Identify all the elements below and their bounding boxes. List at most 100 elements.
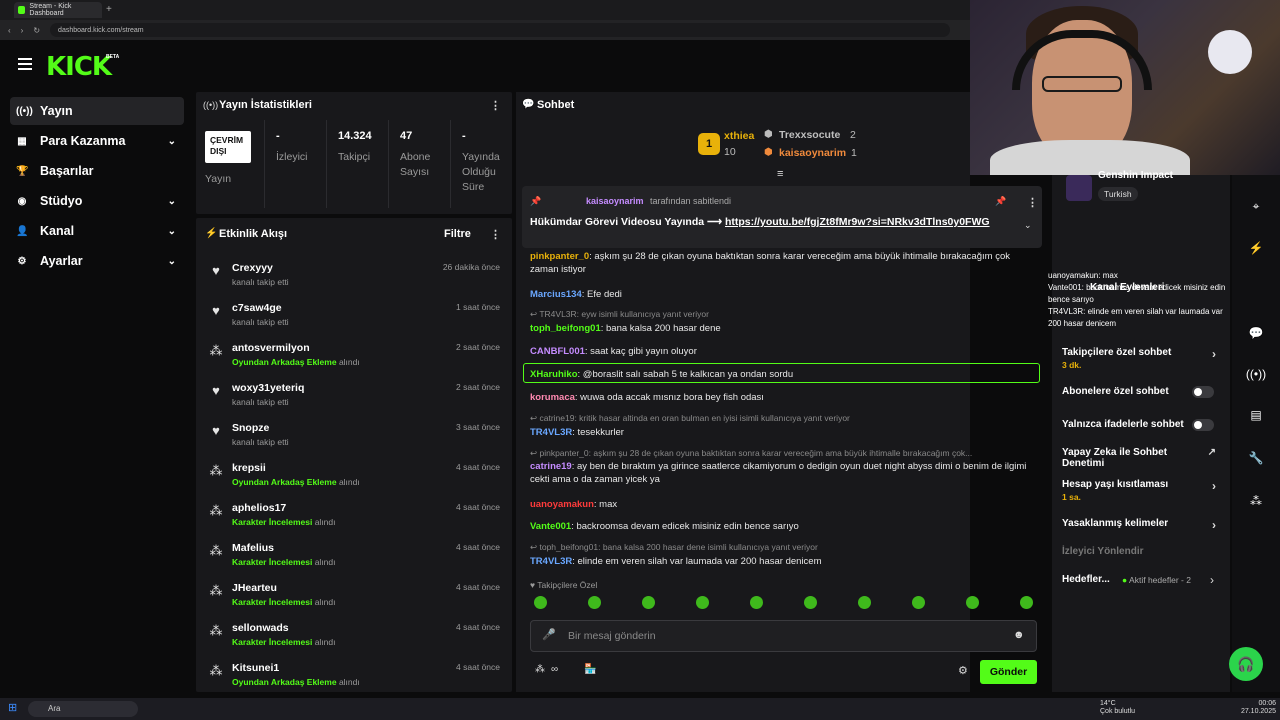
activity-more-icon[interactable]: ⋮ — [490, 228, 501, 241]
activity-row[interactable]: ⁂ antosvermilyon Oyundan Arkadaş Ekleme al… — [206, 340, 506, 378]
sidebar-item-yayın[interactable]: ((•)) Yayın — [10, 97, 184, 125]
wrench-icon[interactable]: 🔧 — [1245, 447, 1267, 469]
goals-label[interactable]: Hedefler... — [1062, 574, 1110, 585]
channel-setting-row[interactable]: Yasaklanmış kelimeler › — [1062, 518, 1222, 532]
chat-username[interactable]: korumaca — [530, 392, 575, 403]
layout-icon[interactable]: ▤ — [1245, 404, 1267, 426]
lightning-icon[interactable]: ⚡ — [1245, 237, 1267, 259]
microphone-icon[interactable]: 🎤 — [542, 628, 556, 641]
chat-message[interactable]: TR4VL3R: tesekkurler — [530, 426, 1035, 439]
clock[interactable]: 00:06 27.10.2025 — [1236, 700, 1276, 716]
chat-username[interactable]: CANBFL001 — [530, 346, 585, 357]
activity-user[interactable]: krepsii — [232, 462, 266, 474]
chat-username[interactable]: TR4VL3R — [530, 427, 572, 438]
community-icon[interactable]: ⁂ — [1245, 490, 1267, 512]
points-icon[interactable]: ⁂ — [535, 664, 545, 675]
chat-message[interactable]: XHaruhiko: @boraslit salı sabah 5 te kal… — [530, 368, 1035, 381]
chat-message[interactable]: korumaca: wuwa oda accak mısnız bora bey… — [530, 391, 1035, 404]
chevron-down-icon[interactable]: ⌄ — [168, 226, 176, 237]
channel-setting-row[interactable]: Yapay Zeka ile Sohbet Denetimi ↗ — [1062, 447, 1222, 469]
chat-message[interactable]: TR4VL3R: elinde em veren silah var lauma… — [530, 555, 1035, 568]
broadcast-icon[interactable]: ((•)) — [1245, 363, 1267, 385]
channel-setting-row[interactable]: Hesap yaşı kısıtlaması 1 sa. › — [1062, 479, 1222, 502]
emote-icon[interactable] — [588, 596, 601, 609]
menu-icon[interactable] — [18, 58, 32, 73]
sidebar-item-başarılar[interactable]: 🏆 Başarılar — [10, 157, 184, 185]
chat-message[interactable]: toph_beifong01: bana kalsa 200 hasar den… — [530, 322, 1035, 335]
external-link-icon[interactable]: ↗ — [1208, 447, 1216, 458]
channel-setting-row[interactable]: Abonelere özel sohbet — [1062, 386, 1222, 398]
emote-icon[interactable] — [696, 596, 709, 609]
emote-icon[interactable] — [534, 596, 547, 609]
emote-icon[interactable] — [750, 596, 763, 609]
chat-message[interactable]: Marcius134: Efe dedi — [530, 288, 1035, 301]
store-icon[interactable]: 🏪 — [584, 664, 596, 675]
emote-icon[interactable] — [1020, 596, 1033, 609]
focus-icon[interactable]: ⌖ — [1245, 195, 1267, 217]
chat-username[interactable]: Vante001 — [530, 521, 571, 532]
reload-icon[interactable]: ↻ — [33, 26, 40, 35]
leader-name[interactable]: kaisaoynarim — [779, 147, 846, 159]
emote-icon[interactable] — [912, 596, 925, 609]
stats-more-icon[interactable]: ⋮ — [490, 99, 501, 112]
taskbar-search[interactable]: Ara — [28, 701, 138, 717]
pinned-more-icon[interactable]: ⋮ — [1027, 196, 1038, 209]
chevron-right-icon[interactable]: › — [1210, 573, 1214, 587]
activity-user[interactable]: Snopze — [232, 422, 269, 434]
emote-icon[interactable] — [804, 596, 817, 609]
chat-username[interactable]: uanoyamakun — [530, 499, 594, 510]
support-icon[interactable]: 🎧 — [1229, 647, 1263, 681]
chevron-right-icon[interactable]: › — [1212, 347, 1216, 361]
leader-name[interactable]: xthiea — [724, 130, 754, 142]
activity-user[interactable]: JHearteu — [232, 582, 277, 594]
sidebar-item-para-kazanma[interactable]: ▦ Para Kazanma ⌄ — [10, 127, 184, 155]
channel-setting-row[interactable]: Yalnızca ifadelerle sohbet — [1062, 419, 1222, 431]
emote-icon[interactable] — [642, 596, 655, 609]
forward-icon[interactable]: › — [21, 26, 24, 35]
activity-row[interactable]: ♥ c7saw4ge kanalı takip etti 1 saat önce — [206, 300, 506, 338]
leader-name[interactable]: Trexxsocute — [779, 129, 840, 141]
pinned-by-user[interactable]: kaisaoynarim — [586, 196, 644, 206]
activity-user[interactable]: sellonwads — [232, 622, 289, 634]
back-icon[interactable]: ‹ — [8, 26, 11, 35]
chevron-down-icon[interactable]: ⌄ — [168, 256, 176, 267]
new-tab-button[interactable]: + — [106, 4, 112, 15]
activity-user[interactable]: c7saw4ge — [232, 302, 282, 314]
toggle-switch[interactable] — [1192, 386, 1214, 398]
activity-user[interactable]: Crexyyy — [232, 262, 273, 274]
chevron-right-icon[interactable]: › — [1212, 479, 1216, 493]
chat-message[interactable]: pinkpanter_0: aşkım şu 28 de çıkan oyuna… — [530, 250, 1035, 276]
emote-icon[interactable] — [858, 596, 871, 609]
chat-message[interactable]: catrine19: ay ben de bıraktım ya girince… — [530, 460, 1035, 486]
browser-tab[interactable]: Stream - Kick Dashboard — [14, 2, 102, 18]
emoji-icon[interactable]: ☻ — [1013, 629, 1025, 641]
collapse-icon[interactable]: ≡ — [777, 168, 783, 180]
activity-row[interactable]: ⁂ Mafelius Karakter İncelemesi alındı 4 saa… — [206, 540, 506, 578]
filter-button[interactable]: Filtre — [444, 228, 471, 240]
emote-icon[interactable] — [966, 596, 979, 609]
sidebar-item-stüdyo[interactable]: ◉ Stüdyo ⌄ — [10, 187, 184, 215]
activity-row[interactable]: ♥ Snopze kanalı takip etti 3 saat önce — [206, 420, 506, 458]
unpin-icon[interactable]: 📌 — [995, 196, 1006, 207]
pinned-link[interactable]: https://youtu.be/fgjZt8fMr9w?si=NRkv3dTl… — [725, 216, 990, 228]
activity-row[interactable]: ⁂ krepsii Oyundan Arkadaş Ekleme alındı 4 s… — [206, 460, 506, 498]
send-button[interactable]: Gönder — [980, 660, 1037, 684]
activity-row[interactable]: ♥ woxy31yeteriq kanalı takip etti 2 saat ön… — [206, 380, 506, 418]
kick-logo[interactable]: KICK — [46, 52, 112, 82]
toggle-switch[interactable] — [1192, 419, 1214, 431]
chat-message[interactable]: CANBFL001: saat kaç gibi yayın oluyor — [530, 345, 1035, 358]
activity-row[interactable]: ⁂ Kitsunei1 Oyundan Arkadaş Ekleme alındı 4… — [206, 660, 506, 698]
chat-icon[interactable]: 💬 — [1245, 322, 1267, 344]
activity-user[interactable]: aphelios17 — [232, 502, 286, 514]
chevron-down-icon[interactable]: ⌄ — [168, 196, 176, 207]
chat-username[interactable]: pinkpanter_0 — [530, 251, 589, 262]
chat-message[interactable]: Vante001: backroomsa devam edicek misini… — [530, 520, 1035, 533]
activity-row[interactable]: ⁂ aphelios17 Karakter İncelemesi alındı 4 s… — [206, 500, 506, 538]
activity-user[interactable]: antosvermilyon — [232, 342, 310, 354]
sidebar-item-kanal[interactable]: 👤 Kanal ⌄ — [10, 217, 184, 245]
activity-user[interactable]: woxy31yeteriq — [232, 382, 304, 394]
chat-username[interactable]: catrine19 — [530, 461, 572, 472]
chat-username[interactable]: toph_beifong01 — [530, 323, 601, 334]
url-field[interactable]: dashboard.kick.com/stream — [50, 23, 951, 37]
chevron-down-icon[interactable]: ⌄ — [1024, 220, 1032, 231]
